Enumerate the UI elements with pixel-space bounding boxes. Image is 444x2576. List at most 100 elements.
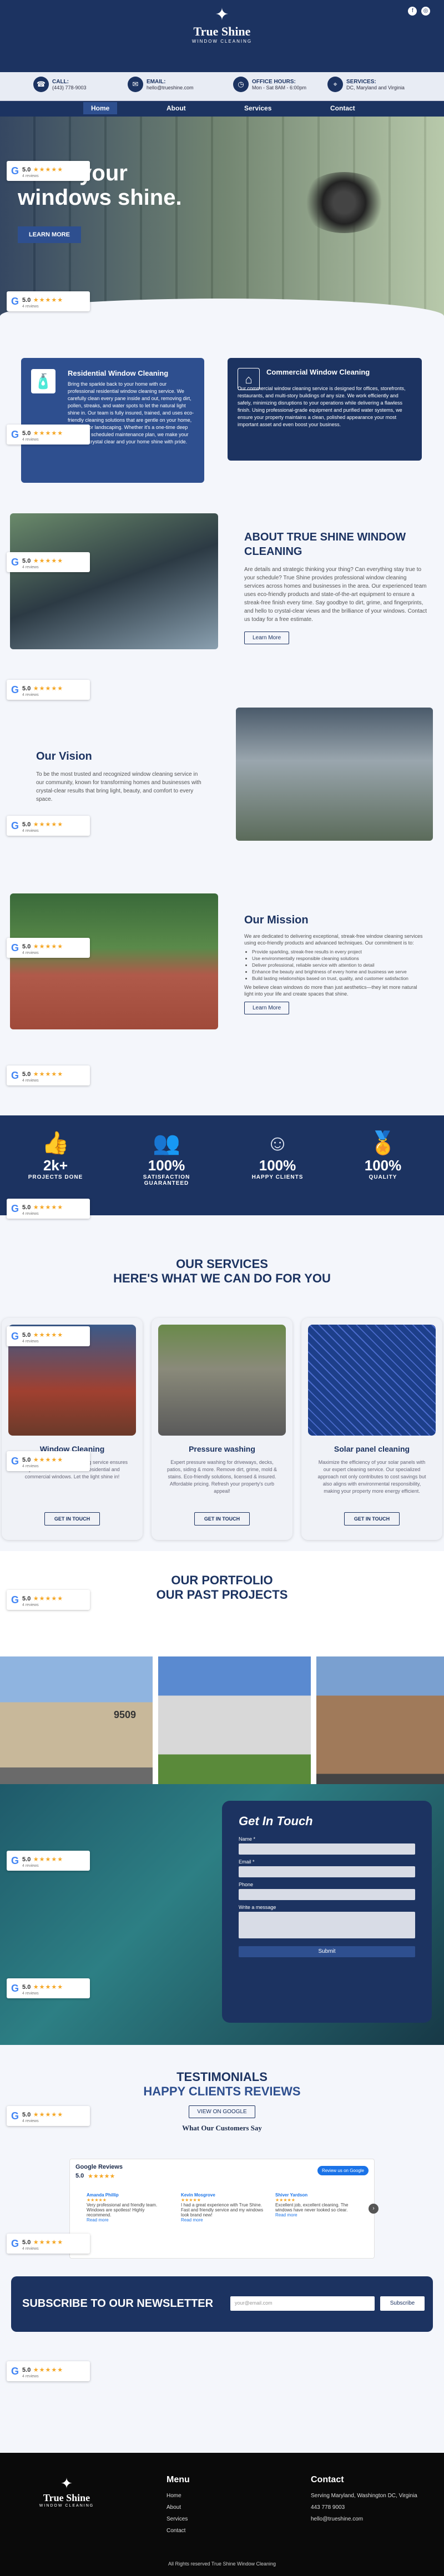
portfolio-image[interactable] (158, 1656, 311, 1787)
portfolio-image[interactable] (316, 1656, 444, 1787)
badge-stars: ★★★★★ (33, 2366, 64, 2373)
chevron-right-icon[interactable]: › (369, 2204, 379, 2214)
google-rating-badge[interactable]: G 5.0 ★★★★★ 4 reviews (7, 1451, 90, 1471)
stat-number: 100% (364, 1157, 402, 1174)
footer-logo[interactable]: ✦ True Shine WINDOW CLEANING (28, 2475, 105, 2508)
contact-section: Get In Touch Name * Email * Phone Write … (0, 1784, 444, 2045)
subscribe-button[interactable]: Subscribe (380, 2296, 425, 2311)
page: ✦ True Shine WINDOW CLEANING f ◎ ☎ CALL:… (0, 0, 444, 2576)
building-number: 9509 (113, 1709, 136, 1720)
email-field[interactable] (239, 1866, 415, 1877)
get-in-touch-button[interactable]: GET IN TOUCH (194, 1512, 250, 1526)
get-in-touch-button[interactable]: GET IN TOUCH (344, 1512, 400, 1526)
google-icon: G (11, 2365, 19, 2377)
badge-reviews: 4 reviews (22, 1603, 39, 1607)
google-icon: G (11, 428, 19, 440)
google-rating-badge[interactable]: G 5.0 ★★★★★ 4 reviews (7, 1199, 90, 1219)
portfolio-image[interactable]: 9509 (0, 1656, 153, 1787)
about-learn-more-button[interactable]: Learn More (244, 632, 290, 644)
badge-score: 5.0 (22, 557, 31, 564)
stat-number: 2k+ (43, 1157, 68, 1174)
services-subtitle: HERE'S WHAT WE CAN DO FOR YOU (113, 1271, 331, 1285)
name-field[interactable] (239, 1843, 415, 1855)
nav-home[interactable]: Home (83, 102, 118, 114)
google-rating-badge[interactable]: G 5.0 ★★★★★ 4 reviews (7, 2106, 90, 2126)
testimonials-subtitle: HAPPY CLIENTS REVIEWS (143, 2084, 301, 2098)
phone-field[interactable] (239, 1889, 415, 1900)
badge-score: 5.0 (22, 1983, 31, 1991)
message-field[interactable] (239, 1912, 415, 1938)
google-rating-badge[interactable]: G 5.0 ★★★★★ 4 reviews (7, 2234, 90, 2254)
badge-score: 5.0 (22, 1070, 31, 1078)
read-more-link[interactable]: Read more (275, 2213, 359, 2218)
get-in-touch-button[interactable]: GET IN TOUCH (44, 1512, 100, 1526)
stat-label: SATISFACTION GUARANTEED (143, 1174, 190, 1186)
nav-about[interactable]: About (167, 104, 186, 112)
instagram-icon[interactable]: ◎ (421, 7, 430, 16)
mission-outro: We believe clean windows do more than ju… (244, 984, 417, 997)
service-title: Pressure washing (189, 1444, 255, 1453)
badge-reviews: 4 reviews (22, 1863, 39, 1868)
badge-score: 5.0 (22, 2366, 31, 2373)
google-rating-badge[interactable]: G 5.0 ★★★★★ 4 reviews (7, 1851, 90, 1871)
review-us-button[interactable]: Review us on Google (317, 2166, 369, 2175)
service-card-solar: Solar panel cleaning Maximize the effici… (301, 1318, 442, 1540)
card-title: Residential Window Cleaning (68, 369, 169, 377)
badge-stars: ★★★★★ (33, 1983, 64, 1991)
google-rating-badge[interactable]: G 5.0 ★★★★★ 4 reviews (7, 291, 90, 311)
services-value: DC, Maryland and Virginia (346, 84, 405, 90)
mission-point: Use environmentally responsible cleaning… (252, 955, 427, 962)
google-rating-badge[interactable]: G 5.0 ★★★★★ 4 reviews (7, 1065, 90, 1085)
mission-point: Enhance the beauty and brightness of eve… (252, 968, 427, 975)
footer-area: Serving Maryland, Washington DC, Virgini… (311, 2493, 417, 2499)
brand-logo[interactable]: ✦ True Shine WINDOW CLEANING (183, 6, 261, 44)
footer-link-contact[interactable]: Contact (167, 2528, 190, 2534)
google-rating-badge[interactable]: G 5.0 ★★★★★ 4 reviews (7, 816, 90, 836)
google-rating-badge[interactable]: G 5.0 ★★★★★ 4 reviews (7, 1326, 90, 1346)
nav-services[interactable]: Services (244, 104, 271, 112)
footer-link-home[interactable]: Home (167, 2493, 190, 2499)
newsletter-title: SUBSCRIBE TO OUR NEWSLETTER (22, 2297, 214, 2310)
google-rating-badge[interactable]: G 5.0 ★★★★★ 4 reviews (7, 2361, 90, 2381)
vision-text: To be the most trusted and recognized wi… (36, 771, 201, 802)
badge-stars: ★★★★★ (33, 685, 64, 692)
google-icon: G (11, 1069, 19, 1081)
footer-link-services[interactable]: Services (167, 2516, 190, 2522)
review-text: Very professional and friendly team. Win… (87, 2203, 158, 2218)
google-rating-badge[interactable]: G 5.0 ★★★★★ 4 reviews (7, 161, 90, 181)
mission-image (10, 893, 218, 1029)
badge-score: 5.0 (22, 2239, 31, 2246)
about-section: ABOUT TRUE SHINE WINDOW CLEANING Are det… (244, 530, 427, 644)
copyright: All Rights reserved True Shine Window Cl… (168, 2561, 276, 2567)
google-rating-badge[interactable]: G 5.0 ★★★★★ 4 reviews (7, 552, 90, 572)
badge-stars: ★★★★★ (33, 2239, 64, 2246)
footer-tagline: WINDOW CLEANING (39, 2504, 94, 2508)
footer-phone[interactable]: 443 778 9003 (311, 2504, 422, 2511)
google-icon: G (11, 1855, 19, 1866)
hero-learn-more-button[interactable]: LEARN MORE (18, 226, 81, 243)
mission-learn-more-button[interactable]: Learn More (244, 1002, 290, 1014)
call-info[interactable]: ☎ CALL: (443) 778-9003 (33, 77, 87, 92)
submit-button[interactable]: Submit (239, 1946, 415, 1957)
google-rating-badge[interactable]: G 5.0 ★★★★★ 4 reviews (7, 938, 90, 958)
nav-contact[interactable]: Contact (330, 104, 355, 112)
review-stars: ★★★★★ (275, 2198, 295, 2203)
view-on-google-button[interactable]: VIEW ON GOOGLE (189, 2105, 255, 2118)
mission-section: Our Mission We are dedicated to deliveri… (244, 913, 427, 1014)
footer-email[interactable]: hello@trueshine.com (311, 2516, 422, 2522)
badge-stars: ★★★★★ (33, 296, 64, 304)
google-rating-badge[interactable]: G 5.0 ★★★★★ 4 reviews (7, 425, 90, 445)
google-rating-badge[interactable]: G 5.0 ★★★★★ 4 reviews (7, 680, 90, 700)
residential-card: 🧴 Residential Window Cleaning Bring the … (21, 358, 204, 483)
hours-label: OFFICE HOURS: (252, 78, 296, 85)
brand-name: True Shine (193, 24, 251, 38)
newsletter-email-input[interactable]: your@email.com (230, 2296, 375, 2311)
facebook-icon[interactable]: f (408, 7, 417, 16)
google-rating-badge[interactable]: G 5.0 ★★★★★ 4 reviews (7, 1590, 90, 1610)
read-more-link[interactable]: Read more (87, 2218, 170, 2223)
read-more-link[interactable]: Read more (181, 2218, 264, 2223)
badge-reviews: 4 reviews (22, 437, 39, 442)
footer-link-about[interactable]: About (167, 2504, 190, 2511)
google-rating-badge[interactable]: G 5.0 ★★★★★ 4 reviews (7, 1978, 90, 1998)
email-info[interactable]: ✉ EMAIL: hello@trueshine.com (128, 77, 194, 92)
